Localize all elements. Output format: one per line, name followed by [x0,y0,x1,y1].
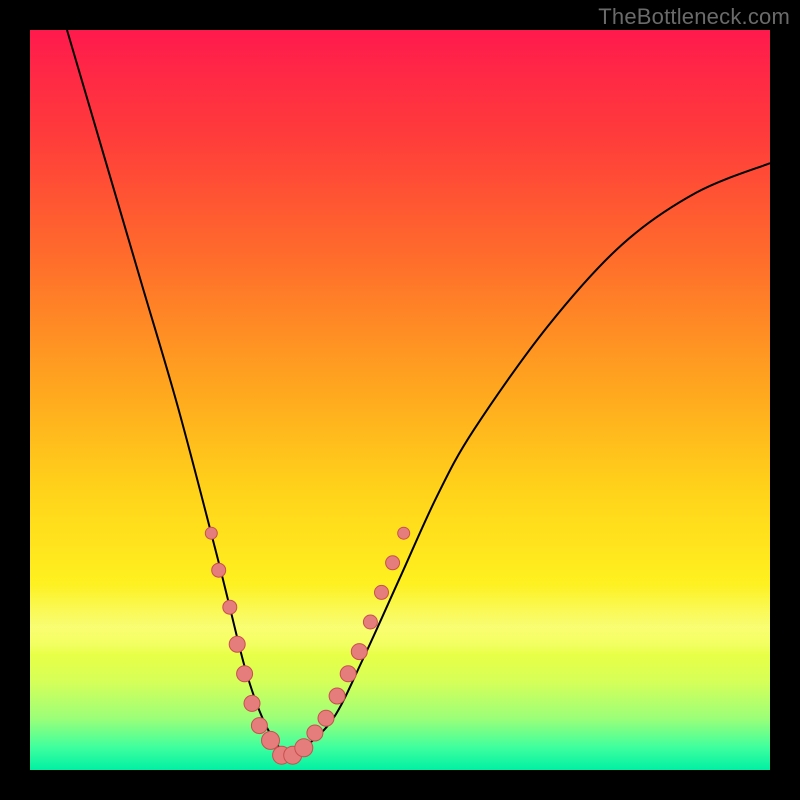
curve-marker [351,644,367,660]
curve-marker [251,718,267,734]
curve-marker [398,527,410,539]
curve-marker [284,746,302,764]
chart-frame: TheBottleneck.com [0,0,800,800]
curve-marker [363,615,377,629]
curve-marker [386,556,400,570]
curve-marker [205,527,217,539]
watermark-text: TheBottleneck.com [598,4,790,30]
curve-marker [375,585,389,599]
curve-marker [244,695,260,711]
curve-marker [212,563,226,577]
curve-marker [295,739,313,757]
curve-marker [340,666,356,682]
curve-marker [229,636,245,652]
curve-markers [205,527,409,764]
curve-marker [237,666,253,682]
curve-svg [30,30,770,770]
highlight-band [30,585,770,655]
curve-marker [223,600,237,614]
plot-area [30,30,770,770]
curve-marker [318,710,334,726]
curve-marker [307,725,323,741]
curve-marker [273,746,291,764]
curve-marker [262,731,280,749]
bottleneck-curve [67,30,770,755]
curve-marker [329,688,345,704]
